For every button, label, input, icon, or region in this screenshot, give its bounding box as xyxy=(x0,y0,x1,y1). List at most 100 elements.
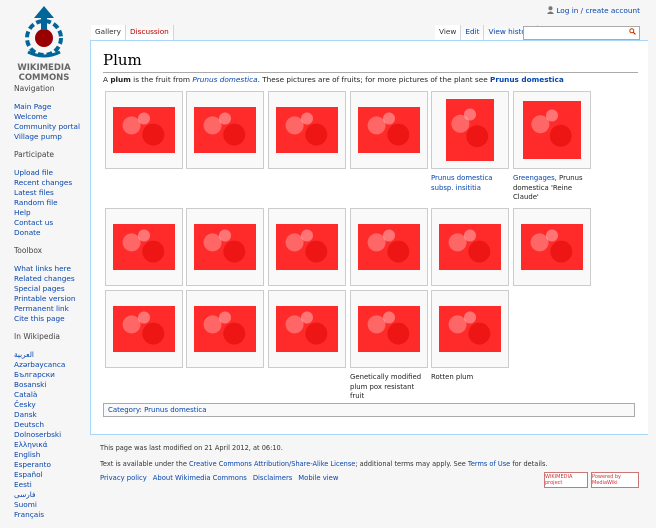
portal-participate: Participate Upload file Recent changes Lat… xyxy=(14,150,90,238)
plum-photo[interactable] xyxy=(358,107,420,153)
login-link[interactable]: Log in / create account xyxy=(556,6,640,15)
gallery-item xyxy=(186,290,264,368)
plum-photo[interactable] xyxy=(446,99,494,161)
sidebar-toolbox-item[interactable]: Cite this page xyxy=(14,314,90,324)
plum-photo[interactable] xyxy=(439,224,501,270)
gallery-thumbnail[interactable] xyxy=(268,91,346,169)
gallery-thumbnail[interactable] xyxy=(513,91,591,169)
footer-link[interactable]: Mobile view xyxy=(298,474,338,482)
sidebar-language-item[interactable]: Suomi xyxy=(14,500,90,510)
plum-photo[interactable] xyxy=(358,306,420,352)
sidebar-toolbox-item[interactable]: Printable version xyxy=(14,294,90,304)
plum-photo[interactable] xyxy=(276,107,338,153)
plum-photo[interactable] xyxy=(521,224,583,270)
gallery-thumbnail[interactable] xyxy=(431,208,509,286)
sidebar-language-item[interactable]: Bosanski xyxy=(14,380,90,390)
title-divider xyxy=(103,72,638,73)
gallery-thumbnail[interactable] xyxy=(268,208,346,286)
gallery-thumbnail[interactable] xyxy=(350,91,428,169)
license-link[interactable]: Creative Commons Attribution/Share-Alike… xyxy=(189,460,355,468)
sidebar-language-item[interactable]: Español xyxy=(14,470,90,480)
sidebar-language-item[interactable]: Français xyxy=(14,510,90,520)
gallery-thumbnail[interactable] xyxy=(186,208,264,286)
sidebar-navigation-item[interactable]: Community portal xyxy=(14,122,90,132)
footer-link[interactable]: Disclaimers xyxy=(253,474,292,482)
gallery-thumbnail[interactable] xyxy=(431,290,509,368)
sidebar-language-item[interactable]: Ελληνικά xyxy=(14,440,90,450)
gallery-item xyxy=(186,91,264,169)
search-input[interactable] xyxy=(523,26,640,40)
sidebar-navigation-item[interactable]: Village pump xyxy=(14,132,90,142)
sidebar-language-item[interactable]: Català xyxy=(14,390,90,400)
category-link[interactable]: Prunus domestica xyxy=(144,406,206,414)
sidebar-language-item[interactable]: فارسی xyxy=(14,490,90,500)
gallery-thumbnail[interactable] xyxy=(105,290,183,368)
sidebar-language-item[interactable]: Dansk xyxy=(14,410,90,420)
caption-link[interactable]: Prunus domestica subsp. insititia xyxy=(431,174,493,192)
gallery-thumbnail[interactable] xyxy=(350,208,428,286)
gallery-caption: Rotten plum xyxy=(431,373,509,383)
sidebar-participate-item[interactable]: Recent changes xyxy=(14,178,90,188)
intro-plant-link[interactable]: Prunus domestica xyxy=(490,75,564,84)
plum-photo[interactable] xyxy=(523,101,581,159)
sidebar-language-item[interactable]: Deutsch xyxy=(14,420,90,430)
gallery-thumbnail[interactable] xyxy=(186,91,264,169)
search-icon[interactable] xyxy=(629,28,636,37)
sidebar-toolbox-item[interactable]: What links here xyxy=(14,264,90,274)
gallery-thumbnail[interactable] xyxy=(350,290,428,368)
sidebar-language-item[interactable]: Azərbaycanca xyxy=(14,360,90,370)
gallery-thumbnail[interactable] xyxy=(431,91,509,169)
tab-view[interactable]: View xyxy=(435,25,462,40)
sidebar-language-item[interactable]: Български xyxy=(14,370,90,380)
sidebar-participate-item[interactable]: Latest files xyxy=(14,188,90,198)
footer-link[interactable]: Privacy policy xyxy=(100,474,147,482)
sidebar-navigation-item[interactable]: Welcome xyxy=(14,112,90,122)
sidebar-toolbox-item[interactable]: Permanent link xyxy=(14,304,90,314)
gallery-item xyxy=(431,208,509,286)
sidebar-toolbox-item[interactable]: Related changes xyxy=(14,274,90,284)
sidebar-navigation-item[interactable]: Main Page xyxy=(14,102,90,112)
sidebar-participate-item[interactable]: Contact us xyxy=(14,218,90,228)
sidebar-toolbox-item[interactable]: Special pages xyxy=(14,284,90,294)
plum-photo[interactable] xyxy=(276,224,338,270)
footer-link[interactable]: About Wikimedia Commons xyxy=(153,474,247,482)
plum-photo[interactable] xyxy=(113,306,175,352)
sidebar-language-item[interactable]: English xyxy=(14,450,90,460)
plum-photo[interactable] xyxy=(113,224,175,270)
caption-link[interactable]: Greengages xyxy=(513,174,555,182)
gallery-item xyxy=(105,290,183,368)
terms-link[interactable]: Terms of Use xyxy=(468,460,510,468)
powered-by-mediawiki-badge[interactable]: Powered by MediaWiki xyxy=(591,472,639,488)
plum-photo[interactable] xyxy=(439,306,501,352)
page-title: Plum xyxy=(103,51,142,69)
plum-photo[interactable] xyxy=(358,224,420,270)
sidebar-participate-item[interactable]: Upload file xyxy=(14,168,90,178)
tab-discussion[interactable]: Discussion xyxy=(126,25,174,40)
sidebar-language-item[interactable]: Eesti xyxy=(14,480,90,490)
tab-edit[interactable]: Edit xyxy=(461,25,485,40)
sidebar-participate-item[interactable]: Donate xyxy=(14,228,90,238)
plum-photo[interactable] xyxy=(276,306,338,352)
sidebar-language-item[interactable]: العربية xyxy=(14,350,90,360)
gallery-thumbnail[interactable] xyxy=(513,208,591,286)
gallery-thumbnail[interactable] xyxy=(105,208,183,286)
tab-gallery[interactable]: Gallery xyxy=(91,25,126,40)
gallery-item xyxy=(513,208,591,286)
gallery-item xyxy=(186,208,264,286)
sidebar-language-item[interactable]: Dolnoserbski xyxy=(14,430,90,440)
sidebar-participate-item[interactable]: Random file xyxy=(14,198,90,208)
plum-photo[interactable] xyxy=(194,306,256,352)
gallery-thumbnail[interactable] xyxy=(105,91,183,169)
gallery-thumbnail[interactable] xyxy=(268,290,346,368)
intro-italic-link[interactable]: Prunus domestica xyxy=(192,75,257,84)
wikimedia-project-badge[interactable]: WIKIMEDIA project xyxy=(544,472,588,488)
plum-photo[interactable] xyxy=(194,107,256,153)
plum-photo[interactable] xyxy=(113,107,175,153)
gallery-thumbnail[interactable] xyxy=(186,290,264,368)
category-label-link[interactable]: Category xyxy=(108,406,139,414)
sidebar-language-item[interactable]: Česky xyxy=(14,400,90,410)
sidebar: Navigation Main Page Welcome Community por… xyxy=(0,84,90,528)
sidebar-language-item[interactable]: Esperanto xyxy=(14,460,90,470)
plum-photo[interactable] xyxy=(194,224,256,270)
sidebar-participate-item[interactable]: Help xyxy=(14,208,90,218)
